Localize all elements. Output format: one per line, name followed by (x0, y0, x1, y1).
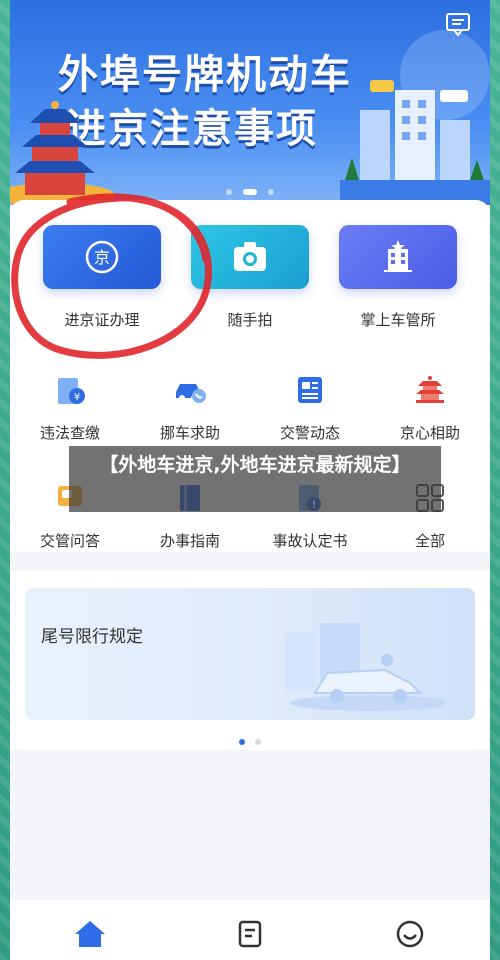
smile-icon[interactable] (392, 916, 428, 952)
service-label: 办事指南 (159, 532, 220, 550)
service-beijing-help[interactable]: 京心相助 (370, 370, 490, 443)
banner-page-dot-active (243, 189, 257, 195)
feature-entry-permit[interactable]: 京 进京证办理 (43, 225, 161, 330)
service-label: 全部 (414, 532, 445, 550)
temple-icon (410, 370, 450, 410)
service-label: 交警动态 (279, 424, 340, 442)
service-label: 京心相助 (399, 424, 460, 442)
feature-label: 随手拍 (227, 311, 273, 329)
news-icon (290, 370, 330, 410)
banner-page-dot (225, 189, 232, 195)
office-building-icon (384, 240, 412, 272)
feature-mobile-dmv[interactable]: 掌上车管所 (339, 225, 457, 330)
feature-snapshot-report[interactable]: 随手拍 (191, 225, 309, 330)
banner-page-dot (268, 189, 275, 195)
plate-restriction-banner[interactable]: 尾号限行规定 (25, 588, 475, 720)
feature-tile[interactable] (339, 225, 457, 289)
rules-page-dot (254, 739, 261, 745)
service-label: 违法查缴 (39, 424, 100, 442)
service-label: 事故认定书 (272, 532, 348, 550)
violation-payment-icon: ¥ (50, 370, 90, 410)
feature-label: 进京证办理 (64, 311, 140, 329)
banner-title-line1: 外埠号牌机动车 (58, 52, 352, 98)
banner-pagination (10, 180, 490, 199)
service-label: 交管问答 (39, 532, 100, 550)
rules-card: 尾号限行规定 (10, 570, 490, 750)
rules-pagination (10, 730, 490, 749)
camera-icon (234, 242, 266, 271)
feature-tile[interactable]: 京 (43, 225, 161, 289)
section-divider (10, 552, 490, 562)
rules-page-dot-active (239, 739, 246, 745)
service-move-car[interactable]: 挪车求助 (130, 370, 250, 443)
feature-tile[interactable] (191, 225, 309, 289)
caption-overlay: 【外地车进京,外地车进京最新规定】 (69, 446, 441, 512)
svg-text:京: 京 (94, 248, 110, 267)
service-label: 挪车求助 (159, 424, 220, 442)
home-icon[interactable] (72, 916, 108, 952)
rule-title: 尾号限行规定 (41, 627, 143, 647)
svg-text:¥: ¥ (74, 392, 80, 403)
bottom-navigation (10, 900, 490, 960)
feature-label: 掌上车管所 (360, 311, 436, 329)
document-icon[interactable] (232, 916, 268, 952)
service-violation-payment[interactable]: ¥ 违法查缴 (10, 370, 130, 443)
capital-badge-icon: 京 (85, 240, 119, 274)
move-car-call-icon (170, 370, 210, 410)
service-traffic-news[interactable]: 交警动态 (250, 370, 370, 443)
message-icon[interactable] (444, 10, 472, 38)
promo-banner[interactable]: 外埠号牌机动车 进京注意事项 (10, 0, 490, 205)
car-illustration (285, 623, 445, 711)
